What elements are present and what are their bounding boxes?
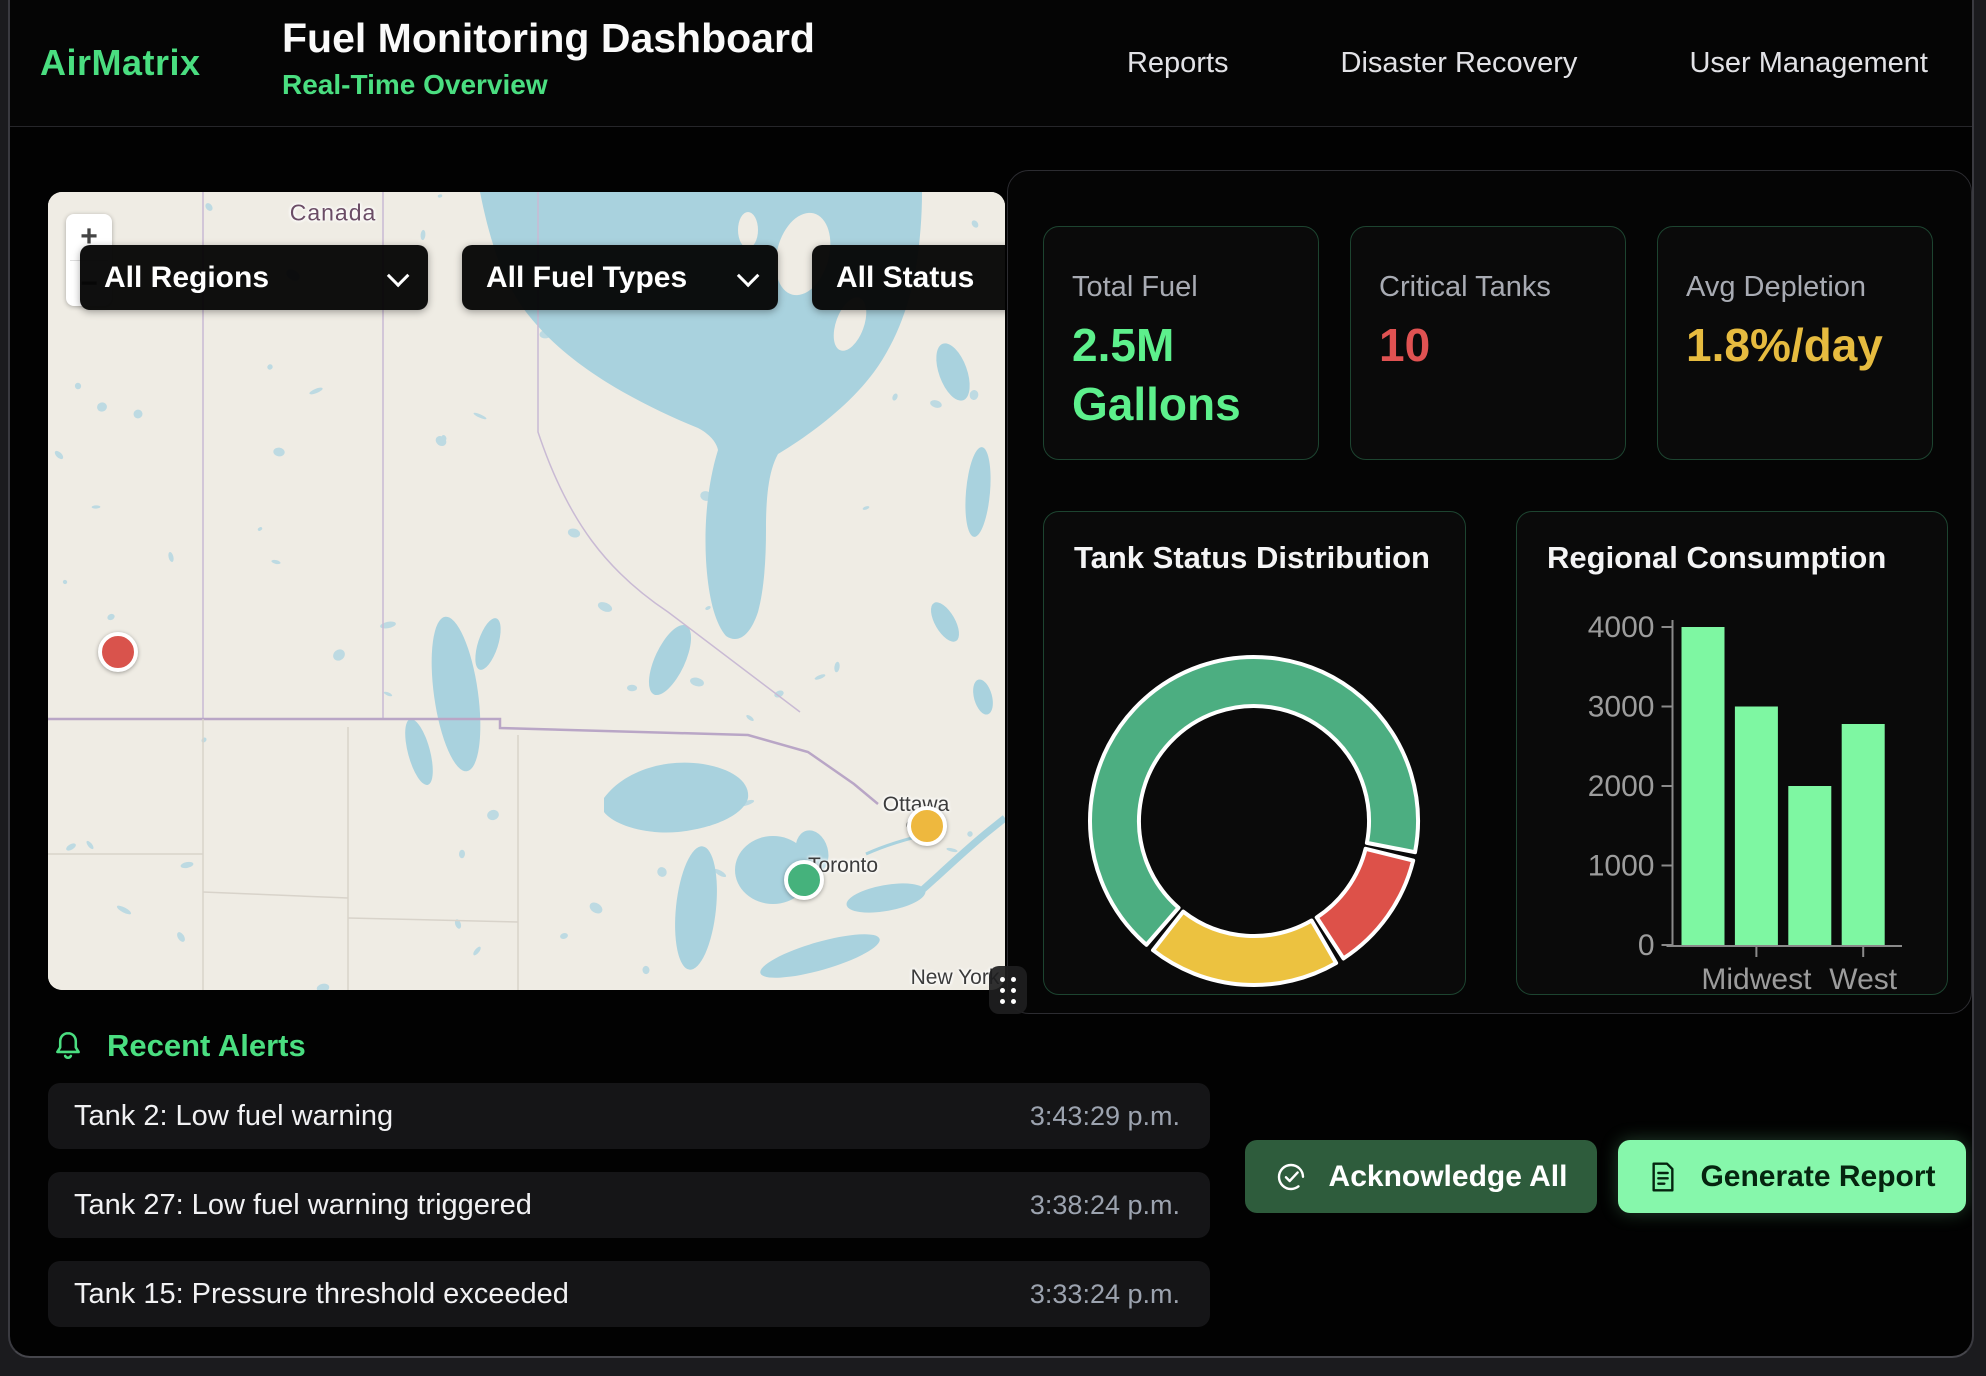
chevron-down-icon <box>737 264 760 287</box>
map-base-layer <box>48 192 1005 990</box>
chevron-down-icon <box>387 264 410 287</box>
page-title: Fuel Monitoring Dashboard <box>282 16 815 61</box>
stat-label: Critical Tanks <box>1379 271 1625 304</box>
region-filter-select[interactable]: All Regions <box>80 245 428 310</box>
donut-segment-warning <box>1153 912 1336 985</box>
app-window: AirMatrix Fuel Monitoring Dashboard Real… <box>8 0 1974 1358</box>
recent-alerts-title: Recent Alerts <box>107 1028 306 1064</box>
regional-consumption-bar-chart: 0 1000 2000 3000 4000 Midwest West <box>1517 512 1947 994</box>
fuel-type-filter-select[interactable]: All Fuel Types <box>462 245 778 310</box>
stat-value: 10 <box>1379 316 1584 375</box>
consumption-bar <box>1842 724 1885 945</box>
acknowledge-all-label: Acknowledge All <box>1329 1160 1568 1194</box>
tank-marker-critical[interactable] <box>98 632 138 672</box>
alert-timestamp: 3:38:24 p.m. <box>1030 1190 1180 1221</box>
nav-item-user-management[interactable]: User Management <box>1689 47 1928 80</box>
metrics-panel: Total Fuel 2.5M Gallons Critical Tanks 1… <box>1007 170 1972 1014</box>
title-block: Fuel Monitoring Dashboard Real-Time Over… <box>282 16 815 101</box>
consumption-bar <box>1735 707 1778 946</box>
alert-timestamp: 3:43:29 p.m. <box>1030 1101 1180 1132</box>
stat-label: Avg Depletion <box>1686 271 1932 304</box>
x-axis-tick-label: West <box>1829 963 1897 994</box>
fuel-type-filter-value: All Fuel Types <box>486 261 687 295</box>
alert-list-item[interactable]: Tank 27: Low fuel warning triggered 3:38… <box>48 1172 1210 1238</box>
fuel-map[interactable]: Canada Ottawa Toronto New York + − All R… <box>48 192 1005 990</box>
nav-item-reports[interactable]: Reports <box>1127 47 1229 80</box>
stat-card-avg-depletion: Avg Depletion 1.8%/day <box>1657 226 1933 460</box>
regional-consumption-chart-card: Regional Consumption 01000200030004000Mi… <box>1516 511 1948 995</box>
status-filter-select[interactable]: All Status <box>812 245 1005 310</box>
tank-marker-warning[interactable] <box>907 806 947 846</box>
consumption-bar <box>1788 786 1831 945</box>
alert-message: Tank 15: Pressure threshold exceeded <box>74 1278 569 1311</box>
acknowledge-all-button[interactable]: Acknowledge All <box>1245 1140 1597 1213</box>
recent-alerts-header: Recent Alerts <box>51 1028 306 1064</box>
report-document-icon <box>1648 1161 1678 1193</box>
y-axis-tick-label: 2000 <box>1588 770 1655 803</box>
status-filter-value: All Status <box>836 261 974 295</box>
y-axis-tick-label: 0 <box>1638 929 1655 962</box>
alert-timestamp: 3:33:24 p.m. <box>1030 1279 1180 1310</box>
alert-message: Tank 27: Low fuel warning triggered <box>74 1189 532 1222</box>
tank-marker-normal[interactable] <box>784 860 824 900</box>
main-nav: Reports Disaster Recovery User Managemen… <box>1127 0 1928 126</box>
stat-card-total-fuel: Total Fuel 2.5M Gallons <box>1043 226 1319 460</box>
page-subtitle: Real-Time Overview <box>282 69 815 101</box>
map-filter-bar: All Regions All Fuel Types All Status <box>80 245 1005 310</box>
brand-logo[interactable]: AirMatrix <box>40 0 201 126</box>
panel-drag-handle[interactable] <box>989 966 1027 1014</box>
check-circle-icon <box>1275 1161 1307 1193</box>
x-axis-tick-label: Midwest <box>1701 963 1812 994</box>
y-axis-tick-label: 1000 <box>1588 850 1655 883</box>
tank-status-donut-chart <box>1044 512 1465 994</box>
bell-icon <box>51 1029 85 1063</box>
y-axis-tick-label: 4000 <box>1588 611 1655 644</box>
tank-status-chart-card: Tank Status Distribution <box>1043 511 1466 995</box>
region-filter-value: All Regions <box>104 261 269 295</box>
stat-card-critical-tanks: Critical Tanks 10 <box>1350 226 1626 460</box>
alert-list-item[interactable]: Tank 15: Pressure threshold exceeded 3:3… <box>48 1261 1210 1327</box>
donut-segment-critical <box>1317 849 1413 959</box>
nav-item-disaster-recovery[interactable]: Disaster Recovery <box>1341 47 1578 80</box>
generate-report-button[interactable]: Generate Report <box>1618 1140 1966 1213</box>
stat-value: 1.8%/day <box>1686 316 1891 375</box>
y-axis-tick-label: 3000 <box>1588 691 1655 724</box>
alert-message: Tank 2: Low fuel warning <box>74 1100 393 1133</box>
consumption-bar <box>1682 627 1725 945</box>
stat-label: Total Fuel <box>1072 271 1318 304</box>
alert-list-item[interactable]: Tank 2: Low fuel warning 3:43:29 p.m. <box>48 1083 1210 1149</box>
header: AirMatrix Fuel Monitoring Dashboard Real… <box>10 0 1972 127</box>
generate-report-label: Generate Report <box>1700 1160 1935 1194</box>
stat-value: 2.5M Gallons <box>1072 316 1277 434</box>
